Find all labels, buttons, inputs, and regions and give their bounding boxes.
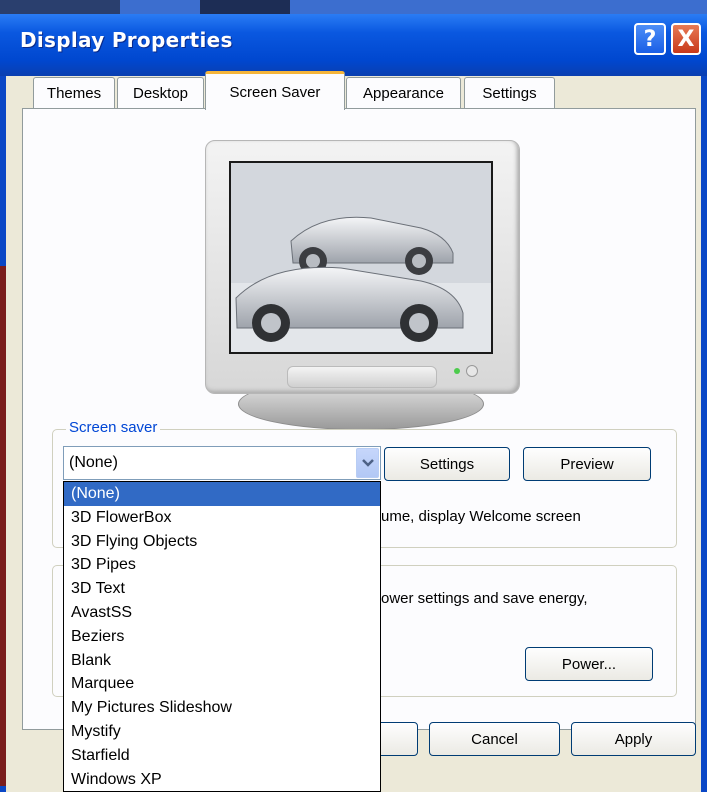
tab-desktop[interactable]: Desktop <box>117 77 204 109</box>
cancel-button[interactable]: Cancel <box>429 722 560 756</box>
tab-appearance[interactable]: Appearance <box>346 77 461 109</box>
strip-segment <box>0 0 120 14</box>
preview-button-label: Preview <box>560 455 614 473</box>
list-item[interactable]: Marquee <box>64 672 380 696</box>
tab-themes[interactable]: Themes <box>33 77 115 109</box>
list-item[interactable]: Windows XP <box>64 768 380 791</box>
window-title: Display Properties <box>20 28 233 52</box>
title-bar[interactable]: Display Properties ? X <box>0 0 707 76</box>
strip-segment <box>200 0 290 14</box>
apply-button[interactable]: Apply <box>571 722 696 756</box>
screen-saver-list[interactable]: (None) 3D FlowerBox 3D Flying Objects 3D… <box>63 481 381 792</box>
list-item[interactable]: Mystify <box>64 720 380 744</box>
close-button[interactable]: X <box>671 23 701 55</box>
dropdown-value: (None) <box>69 454 118 471</box>
list-item[interactable]: Beziers <box>64 625 380 649</box>
help-button[interactable]: ? <box>634 23 666 55</box>
list-item[interactable]: AvastSS <box>64 601 380 625</box>
taskbar-strip <box>0 0 707 14</box>
tab-label: Settings <box>482 85 537 102</box>
help-icon: ? <box>643 26 657 52</box>
tab-label: Themes <box>46 85 102 102</box>
tab-settings[interactable]: Settings <box>464 77 555 109</box>
preview-button[interactable]: Preview <box>523 447 651 481</box>
preview-image <box>231 163 491 352</box>
list-item[interactable]: Starfield <box>64 744 380 768</box>
screen-saver-group-label: Screen saver <box>66 419 161 436</box>
tab-label: Screen Saver <box>229 83 321 101</box>
monitor-screen <box>229 161 493 354</box>
monitor-power-icon <box>466 365 478 377</box>
window-right-border <box>701 76 707 792</box>
power-description-text: ower settings and save energy, <box>381 590 588 607</box>
dropdown-arrow-button[interactable] <box>356 448 379 478</box>
list-item[interactable]: My Pictures Slideshow <box>64 696 380 720</box>
chevron-down-icon <box>361 459 374 467</box>
list-item[interactable]: 3D Text <box>64 577 380 601</box>
tab-screen-saver[interactable]: Screen Saver <box>205 71 345 110</box>
apply-button-label: Apply <box>614 730 653 748</box>
resume-welcome-text: ume, display Welcome screen <box>381 508 581 525</box>
power-button[interactable]: Power... <box>525 647 653 681</box>
monitor-stand <box>287 366 437 388</box>
close-icon: X <box>677 26 695 52</box>
list-item[interactable]: 3D FlowerBox <box>64 506 380 530</box>
power-button-label: Power... <box>561 655 617 673</box>
list-item[interactable]: Blank <box>64 649 380 673</box>
list-item[interactable]: 3D Flying Objects <box>64 530 380 554</box>
list-item[interactable]: (None) <box>64 482 380 506</box>
settings-button-label: Settings <box>419 455 475 473</box>
power-led <box>454 368 460 374</box>
screen-saver-dropdown[interactable]: (None) <box>63 446 381 480</box>
tab-label: Appearance <box>363 85 444 102</box>
settings-button[interactable]: Settings <box>384 447 510 481</box>
list-item[interactable]: 3D Pipes <box>64 553 380 577</box>
tab-label: Desktop <box>132 85 189 102</box>
cancel-button-label: Cancel <box>471 730 518 748</box>
